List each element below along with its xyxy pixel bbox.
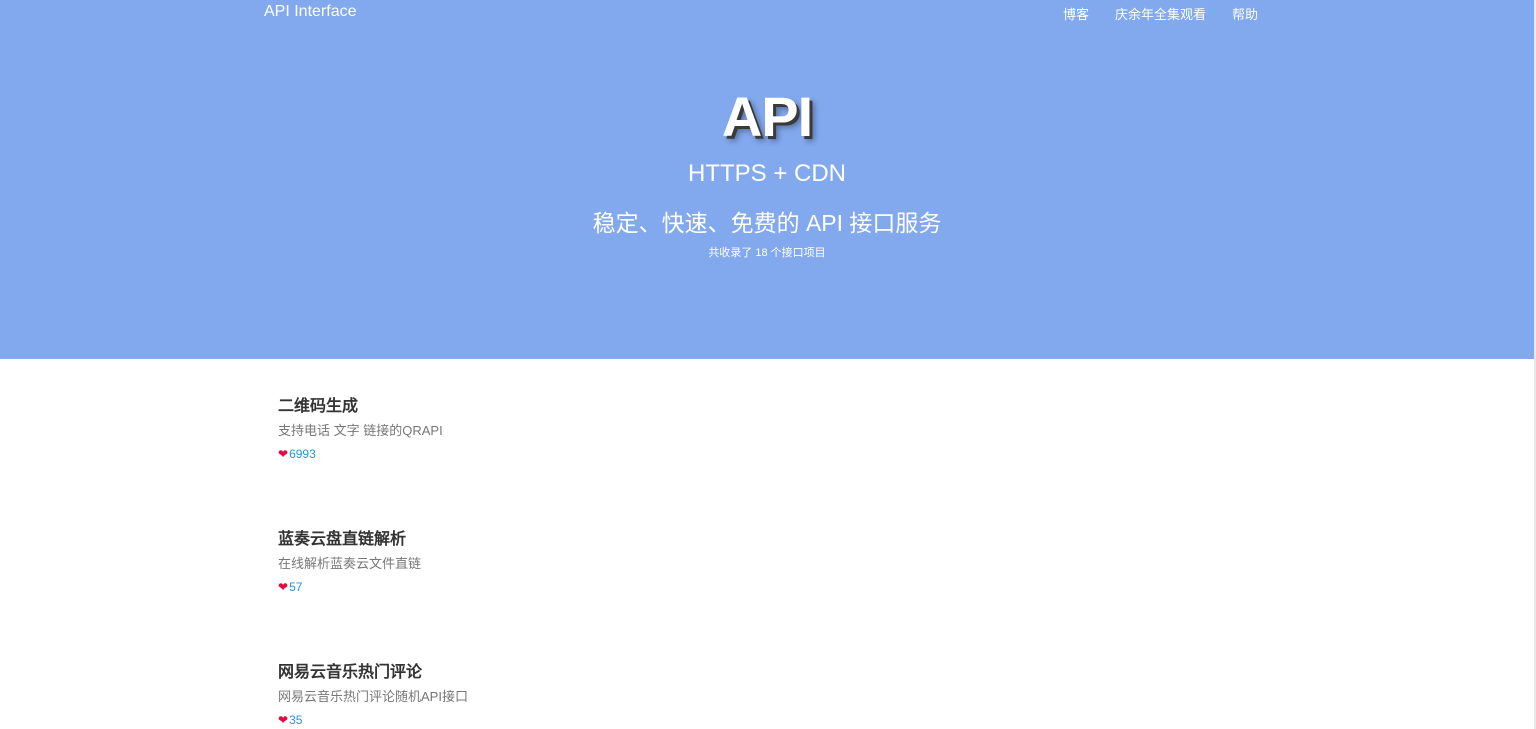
hero-subtitle: HTTPS + CDN xyxy=(687,160,846,187)
hero-tagline: 稳定、快速、免费的 API 接口服务 xyxy=(592,210,942,236)
api-title[interactable]: 蓝奏云盘直链解析 xyxy=(278,525,406,549)
page: API Interface 博客 庆余年全集观看 帮助 API HTTPS + … xyxy=(0,0,1536,729)
heart-icon: ❤ xyxy=(278,713,289,727)
api-title[interactable]: 二维码生成 xyxy=(278,392,358,416)
api-count-text: 共收录了 18 个接口项目 xyxy=(708,247,826,259)
hero-banner: API Interface 博客 庆余年全集观看 帮助 API HTTPS + … xyxy=(0,0,1534,359)
like-counter[interactable]: ❤ 6993 xyxy=(278,447,316,461)
api-item-lanzou[interactable]: 蓝奏云盘直链解析 在线解析蓝奏云文件直链 ❤ 57 xyxy=(278,525,1258,605)
api-description: 网易云音乐热门评论随机API接口 xyxy=(278,689,468,704)
like-count: 6993 xyxy=(289,447,316,461)
heart-icon: ❤ xyxy=(278,580,289,594)
like-count: 35 xyxy=(289,713,303,727)
like-count: 57 xyxy=(289,580,303,594)
nav-link-blog[interactable]: 博客 xyxy=(1063,4,1089,23)
brand-link[interactable]: API Interface xyxy=(264,3,357,21)
api-item-qrcode[interactable]: 二维码生成 支持电话 文字 链接的QRAPI ❤ 6993 xyxy=(278,392,1258,472)
api-description: 在线解析蓝奏云文件直链 xyxy=(278,556,422,571)
like-counter[interactable]: ❤ 57 xyxy=(278,580,302,594)
heart-icon: ❤ xyxy=(278,447,289,461)
api-item-netease-comments[interactable]: 网易云音乐热门评论 网易云音乐热门评论随机API接口 ❤ 35 xyxy=(278,658,1258,729)
nav-link-watch[interactable]: 庆余年全集观看 xyxy=(1115,4,1206,23)
api-title[interactable]: 网易云音乐热门评论 xyxy=(278,658,422,682)
nav-link-help[interactable]: 帮助 xyxy=(1232,4,1258,23)
hero-title: API xyxy=(721,85,813,148)
top-navbar: API Interface 博客 庆余年全集观看 帮助 xyxy=(0,0,1534,26)
like-counter[interactable]: ❤ 35 xyxy=(278,713,302,727)
api-description: 支持电话 文字 链接的QRAPI xyxy=(278,423,443,438)
